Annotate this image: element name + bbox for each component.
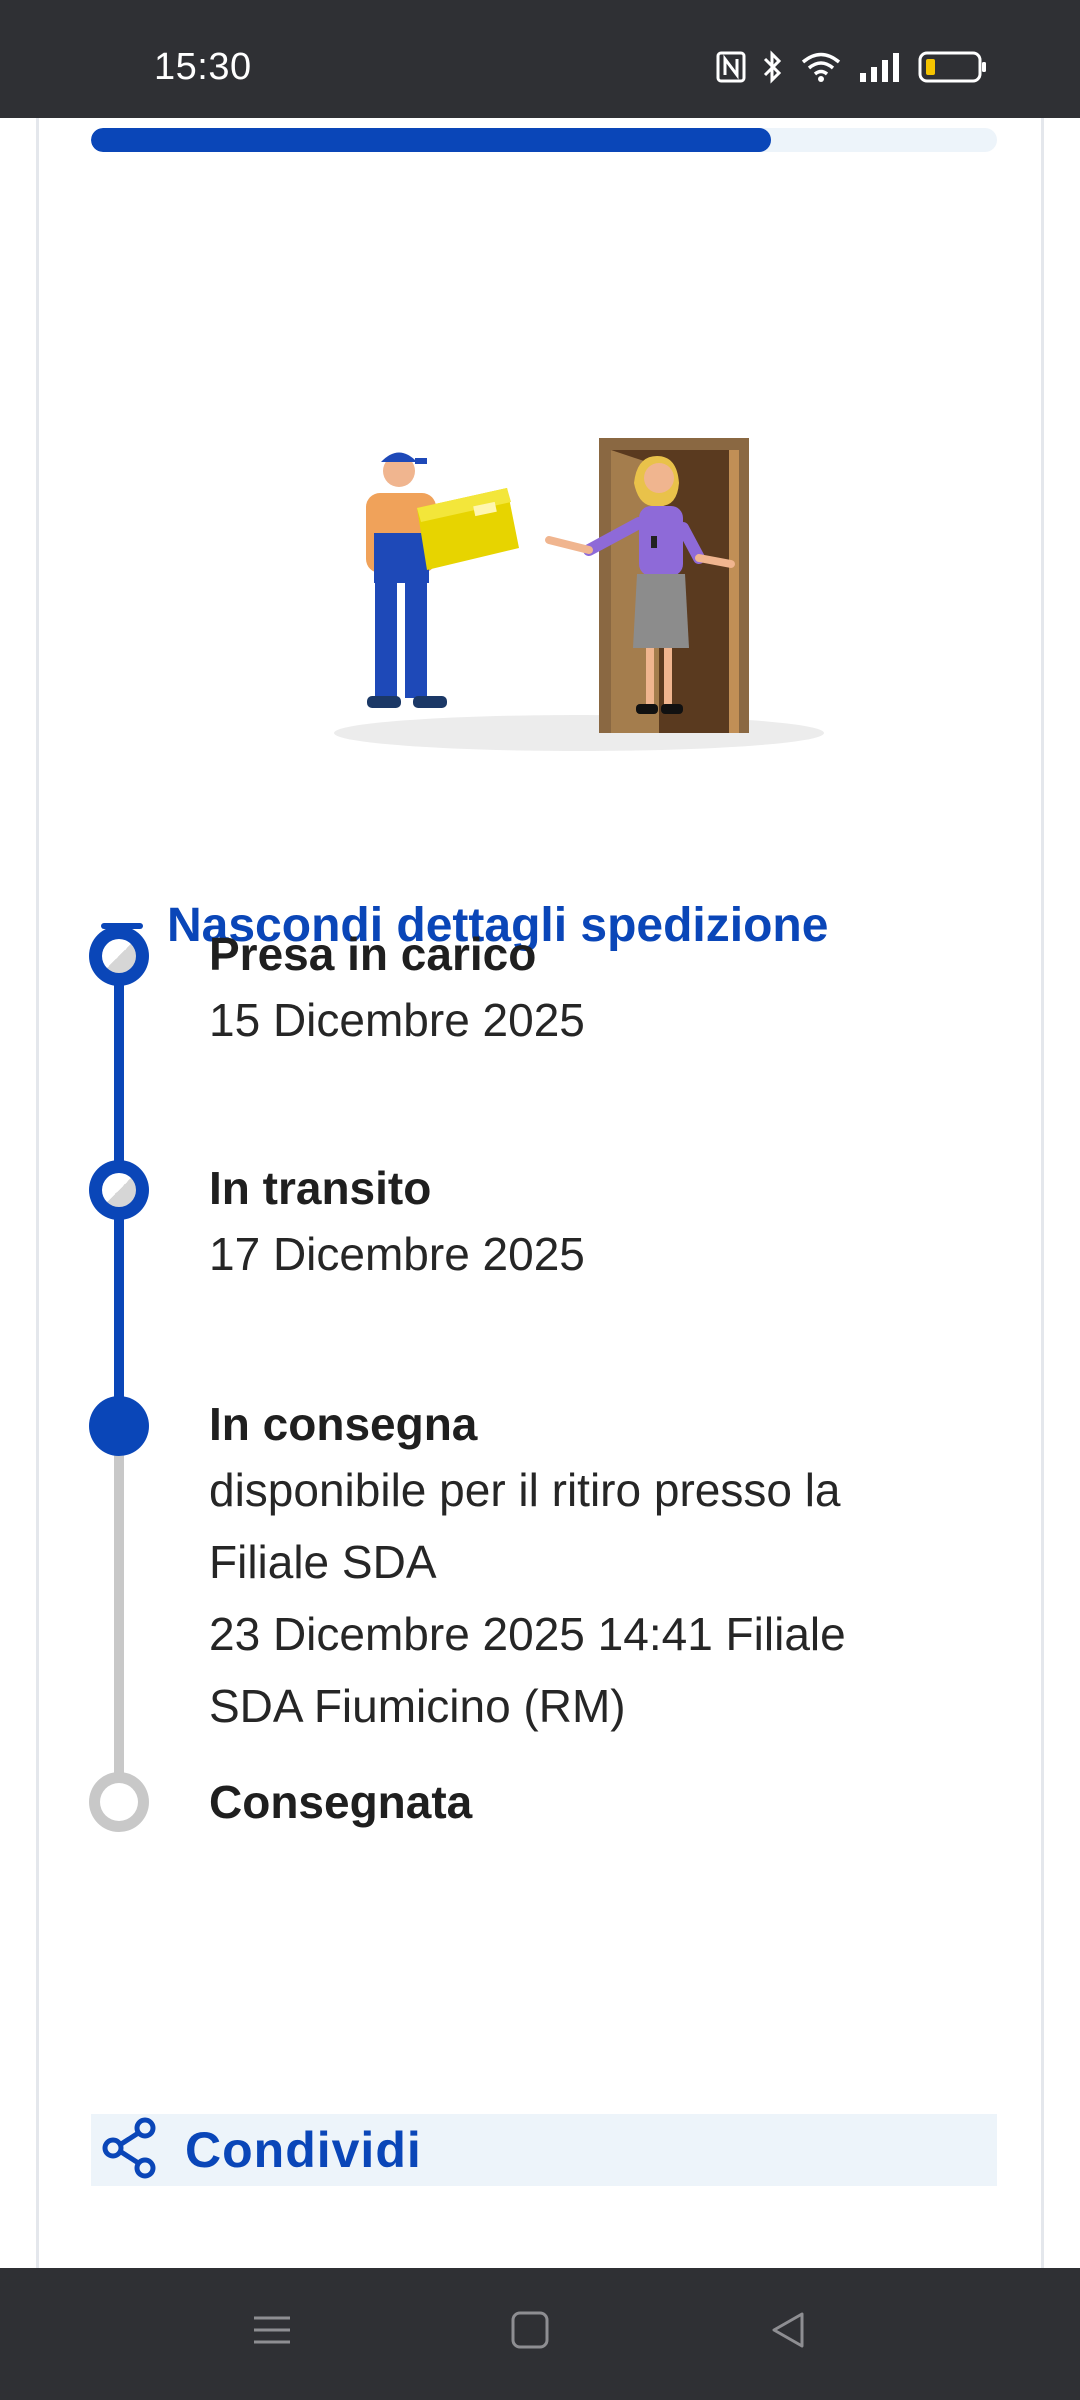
step-title: Consegnata — [209, 1776, 473, 1828]
timeline-step: Presa in carico 15 Dicembre 2025 — [209, 924, 1009, 1056]
shipment-timeline: Presa in carico 15 Dicembre 2025 In tran… — [39, 118, 1047, 2268]
step-title: In consegna — [209, 1398, 478, 1450]
nfc-icon — [716, 51, 746, 83]
step-detail-line: disponibile per il ritiro presso la — [209, 1464, 841, 1516]
bluetooth-icon — [762, 50, 784, 84]
status-icons — [716, 50, 988, 84]
step-detail-line: 23 Dicembre 2025 14:41 Filiale — [209, 1608, 846, 1660]
step-done-icon — [89, 926, 149, 986]
shipment-card: Nascondi dettagli spedizione Presa in ca… — [36, 118, 1044, 2268]
timeline-line-pending — [114, 1428, 124, 1802]
step-detail-line: SDA Fiumicino (RM) — [209, 1680, 626, 1732]
status-time: 15:30 — [154, 46, 252, 88]
back-icon[interactable] — [768, 2310, 808, 2355]
navigation-bar — [0, 2268, 1080, 2400]
step-current-icon — [89, 1396, 149, 1456]
share-label: Condividi — [185, 2122, 422, 2178]
share-button[interactable]: Condividi — [91, 2114, 997, 2186]
step-detail-line: Filiale SDA — [209, 1536, 437, 1588]
battery-icon — [918, 50, 988, 84]
step-title: In transito — [209, 1162, 432, 1214]
step-pending-icon — [89, 1772, 149, 1832]
step-date: 17 Dicembre 2025 — [209, 1228, 585, 1280]
step-date: 15 Dicembre 2025 — [209, 994, 585, 1046]
timeline-step: In transito 17 Dicembre 2025 — [209, 1158, 1009, 1290]
step-done-icon — [89, 1160, 149, 1220]
share-icon — [99, 2117, 159, 2184]
status-bar: 15:30 — [0, 0, 1080, 118]
menu-icon[interactable] — [252, 2310, 292, 2355]
home-icon[interactable] — [510, 2310, 550, 2355]
timeline-step: Consegnata — [209, 1772, 1009, 1832]
signal-icon — [858, 51, 902, 83]
timeline-step: In consegna disponibile per il ritiro pr… — [209, 1394, 1009, 1742]
step-title: Presa in carico — [209, 928, 537, 980]
wifi-icon — [800, 51, 842, 83]
